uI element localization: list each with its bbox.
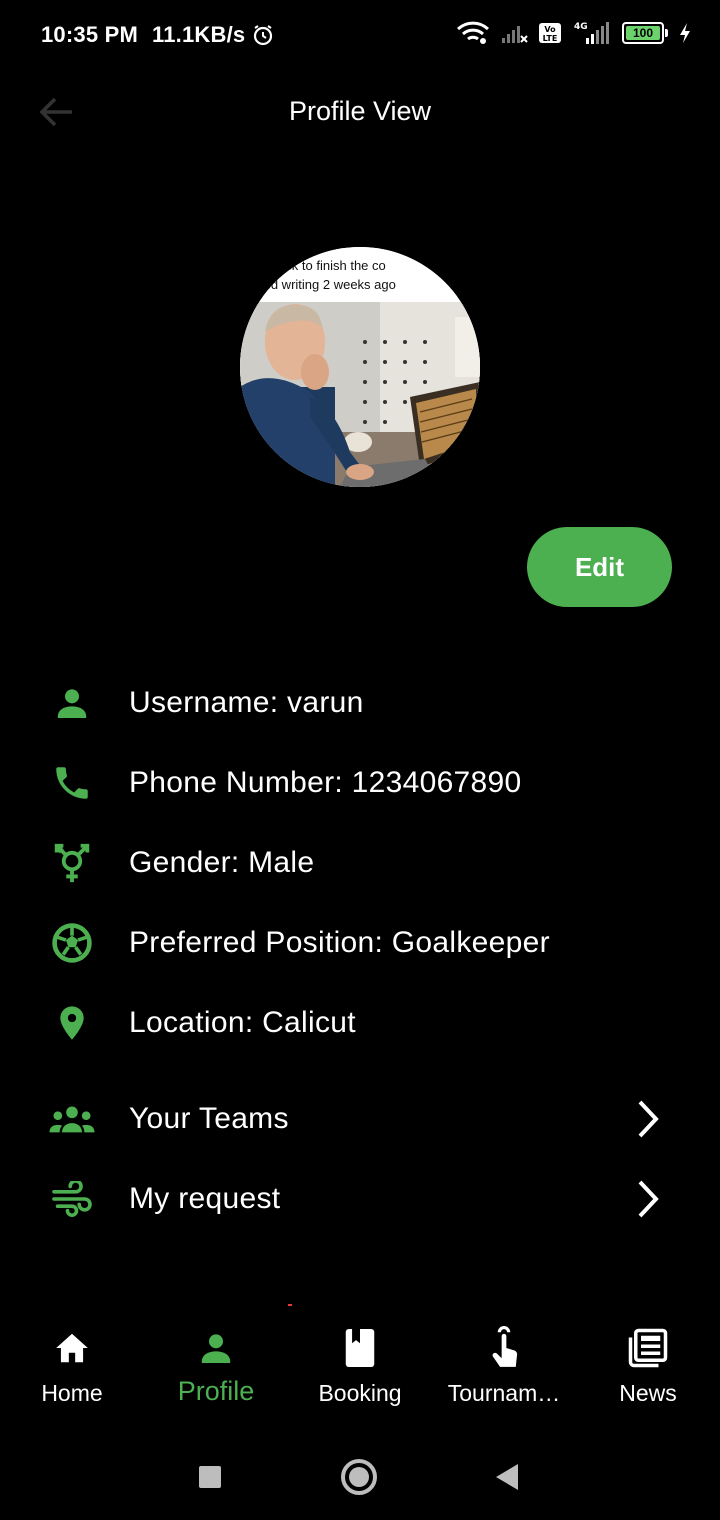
phone-icon (46, 757, 98, 809)
nav-booking-label: Booking (318, 1380, 402, 1406)
person-icon (196, 1326, 236, 1370)
phone-row: Phone Number: 1234067890 (0, 753, 720, 813)
home-system-button[interactable] (334, 1452, 384, 1502)
position-row: Preferred Position: Goalkeeper (0, 913, 720, 973)
signal-off-icon (502, 26, 528, 43)
nav-profile-label: Profile (177, 1376, 255, 1406)
location-row: Location: Calicut (0, 993, 720, 1053)
position-text: Preferred Position: Goalkeeper (129, 926, 550, 959)
status-left: 10:35 PM 11.1KB/s (41, 22, 275, 48)
location-text: Location: Calicut (129, 1006, 356, 1039)
nav-booking[interactable]: Booking (288, 1316, 432, 1420)
edit-button[interactable]: Edit (527, 527, 672, 607)
recents-button[interactable] (185, 1452, 235, 1502)
phone-text: Phone Number: 1234067890 (129, 766, 522, 799)
nav-tournaments[interactable]: Tournam… (432, 1316, 576, 1420)
svg-text:LTE: LTE (543, 34, 558, 43)
my-request-label: My request (129, 1182, 281, 1215)
person-icon (46, 677, 98, 729)
book-icon (341, 1326, 379, 1370)
location-pin-icon (46, 997, 98, 1049)
your-teams-link[interactable]: Your Teams (0, 1089, 720, 1149)
wifi-icon (456, 21, 490, 44)
square-icon (199, 1466, 221, 1488)
status-right: Vo LTE 4G 100 (456, 20, 692, 46)
bottom-navigation: Home Profile Booking Tournam… News (0, 1316, 720, 1420)
touch-icon (485, 1326, 523, 1370)
app-bar: Profile View (0, 70, 720, 154)
gender-text: Gender: Male (129, 846, 315, 879)
nav-tournaments-label: Tournam… (447, 1380, 561, 1406)
triangle-back-icon (496, 1464, 518, 1490)
charging-icon (680, 23, 690, 43)
circle-icon (341, 1459, 377, 1495)
username-row: Username: varun (0, 673, 720, 733)
your-teams-label: Your Teams (129, 1102, 289, 1135)
signal-4g-icon: 4G (574, 22, 609, 44)
groups-icon (46, 1093, 98, 1145)
nav-home[interactable]: Home (0, 1316, 144, 1420)
back-system-button[interactable] (482, 1452, 532, 1502)
svg-text:Vo: Vo (544, 25, 556, 34)
battery-level: 100 (632, 26, 654, 40)
nav-news-label: News (619, 1380, 677, 1406)
home-icon (52, 1326, 92, 1370)
nav-profile[interactable]: Profile (144, 1316, 288, 1420)
battery-indicator: 100 (622, 22, 668, 44)
gender-row: Gender: Male (0, 833, 720, 893)
avatar-caption-1: g back to finish the co (260, 258, 386, 273)
svg-text:4G: 4G (574, 22, 588, 32)
chevron-right-icon (628, 1094, 668, 1144)
username-text: Username: varun (129, 686, 364, 719)
volte-icon: Vo LTE (539, 23, 561, 43)
status-bar: 10:35 PM 11.1KB/s Vo LTE 4G 100 (0, 0, 720, 70)
transgender-icon (46, 837, 98, 889)
scroll-indicator (288, 1304, 292, 1306)
wind-icon (46, 1173, 98, 1225)
profile-avatar: g back to finish the co ted writing 2 we… (240, 247, 480, 487)
chevron-right-icon (628, 1174, 668, 1224)
network-speed: 11.1KB/s (151, 22, 246, 47)
avatar-caption-2: ted writing 2 weeks ago (260, 277, 396, 292)
newspaper-icon (627, 1326, 669, 1370)
nav-news[interactable]: News (576, 1316, 720, 1420)
my-request-link[interactable]: My request (0, 1169, 720, 1229)
soccer-ball-icon (46, 917, 98, 969)
alarm-icon (254, 25, 273, 46)
system-navigation-bar (0, 1430, 720, 1520)
page-title: Profile View (288, 96, 432, 126)
nav-home-label: Home (41, 1380, 103, 1406)
status-time: 10:35 PM (41, 22, 138, 47)
